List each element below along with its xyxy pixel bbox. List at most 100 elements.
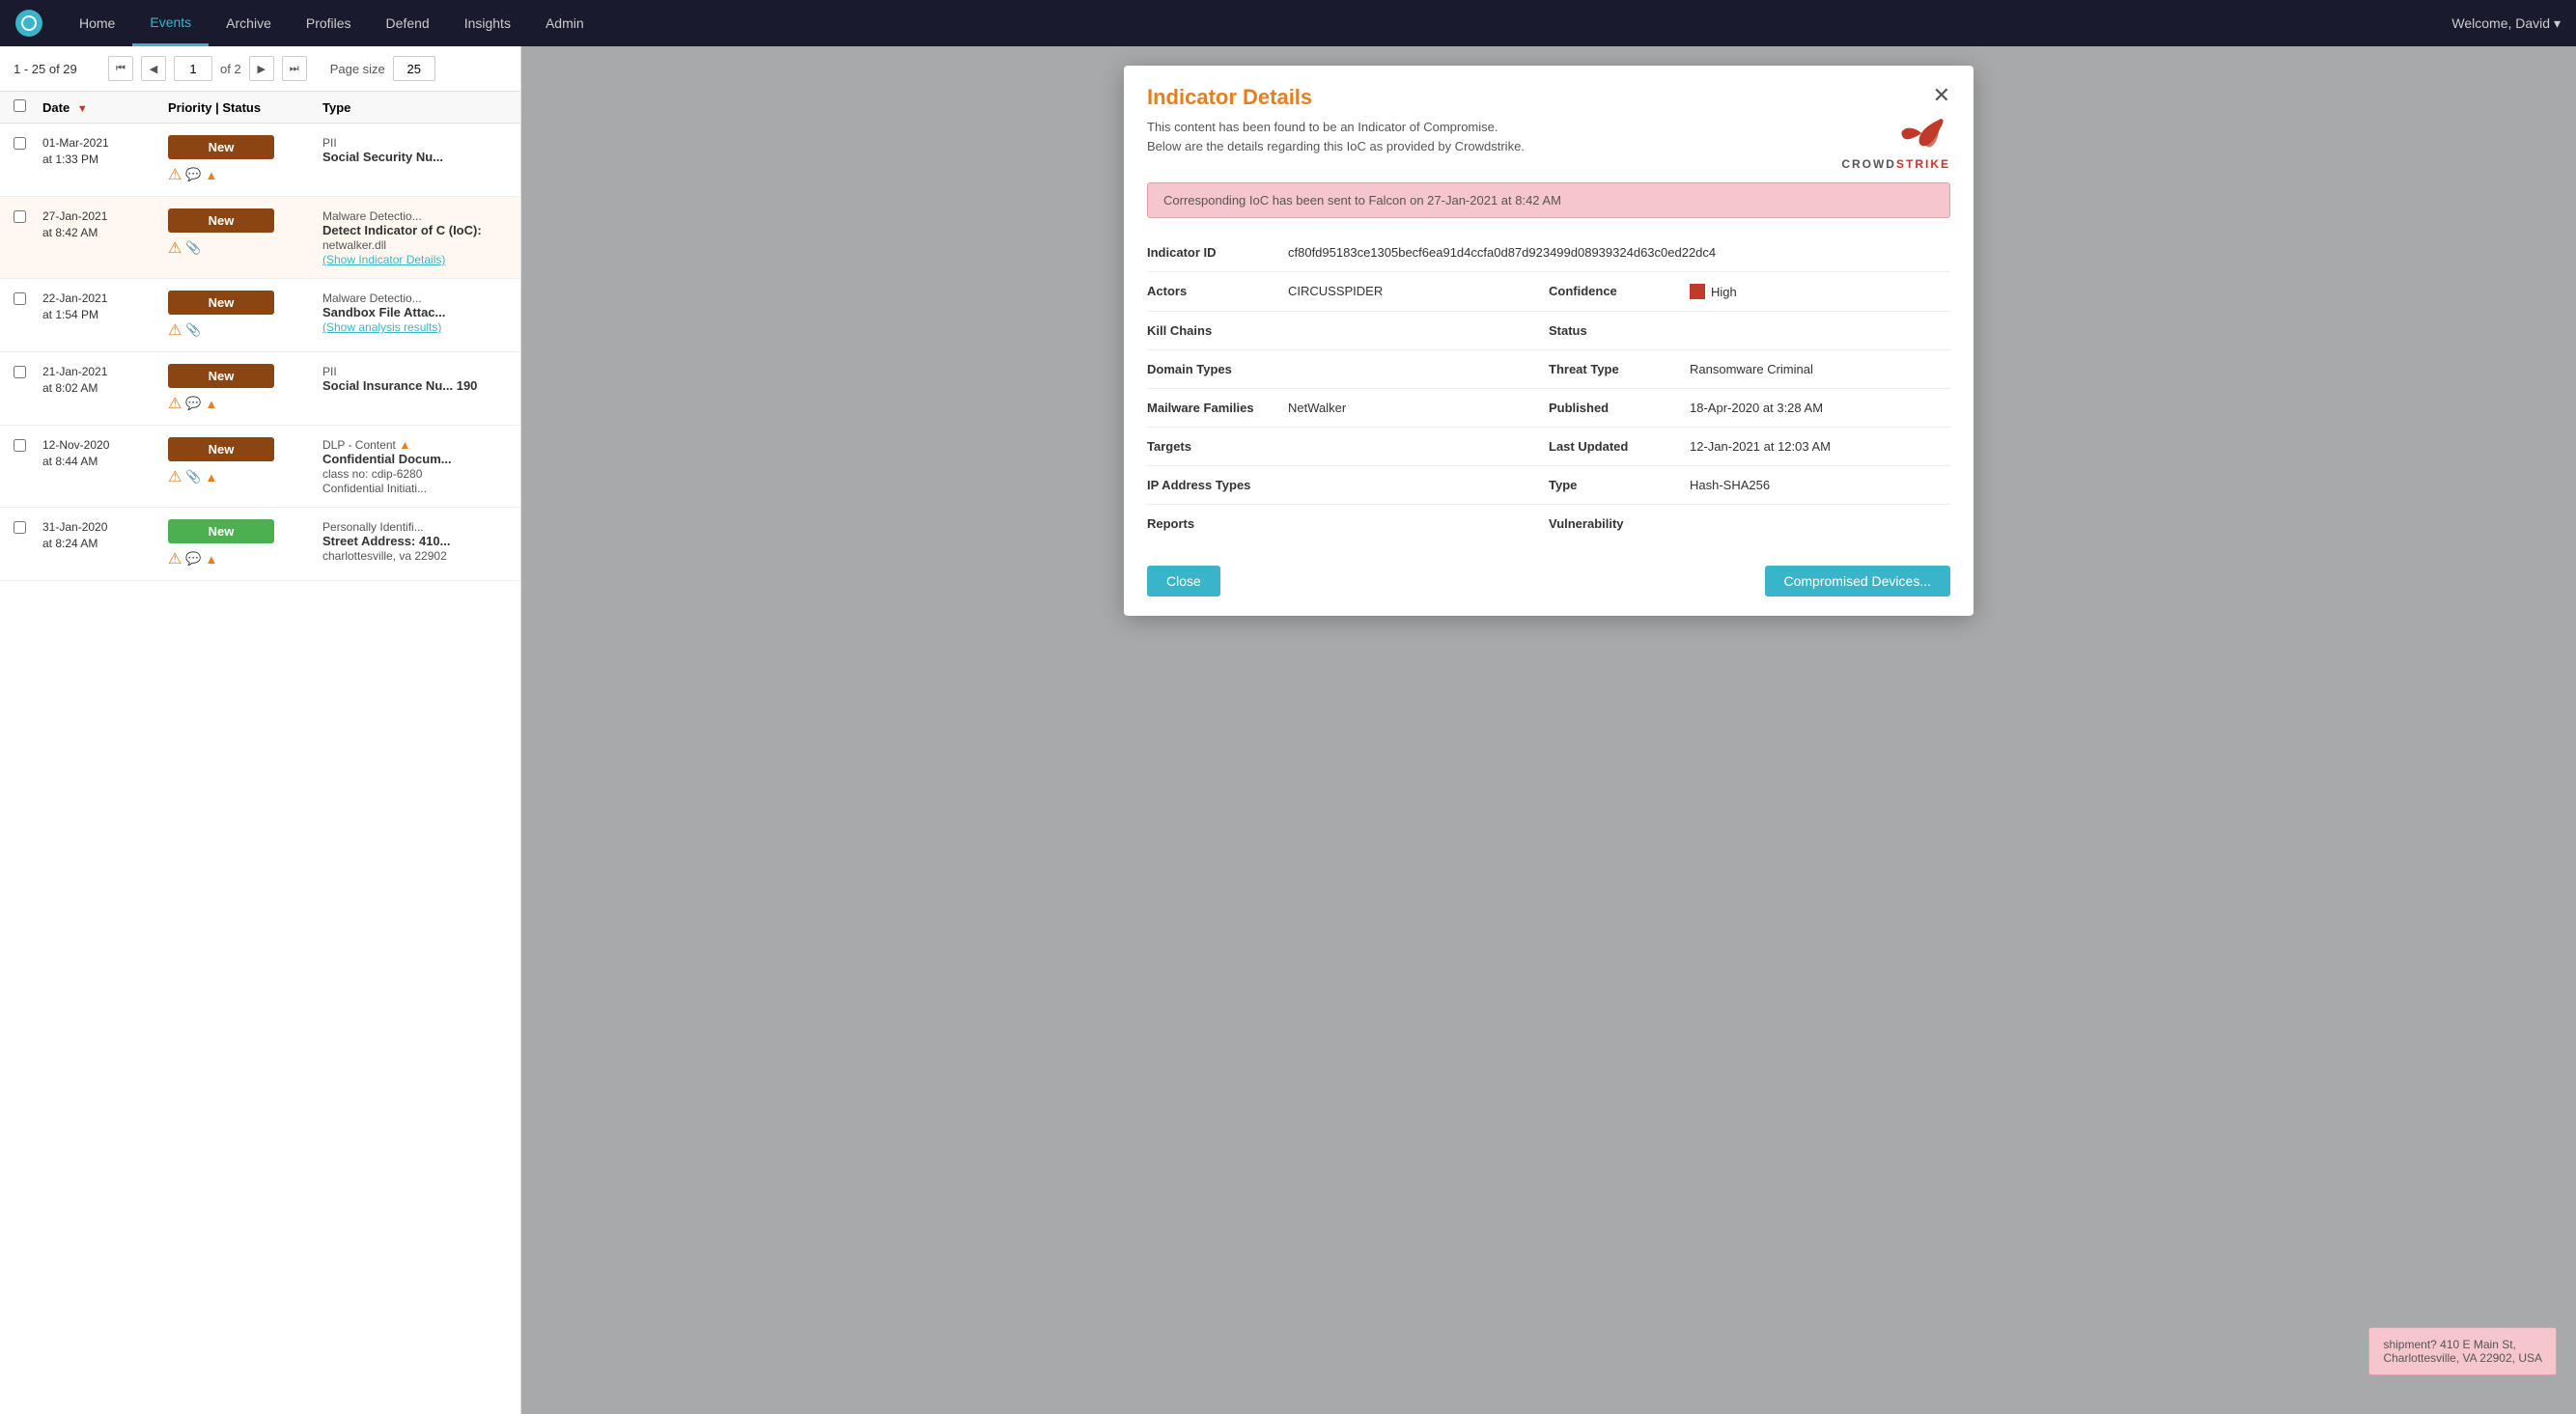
targets-last-updated-pair: Targets Last Updated 12-Jan-2021 at 12:0… [1147,439,1950,454]
status-button[interactable]: New [168,364,274,388]
priority-icons: ⚠ 💬 ▲ [168,549,322,568]
event-row[interactable]: 22-Jan-2021at 1:54 PM New ⚠ 📎 Malware De… [0,279,520,352]
type-icon: 💬 [185,167,201,182]
event-row[interactable]: 31-Jan-2020at 8:24 AM New ⚠ 💬 ▲ Personal… [0,508,520,581]
type-tag: DLP - Content [322,438,396,452]
pii-toast-text: shipment? 410 E Main St,Charlottesville,… [2383,1338,2542,1365]
event-row[interactable]: 01-Mar-2021at 1:33 PM New ⚠ 💬 ▲ PII Soci… [0,124,520,197]
crowdstrike-logo: CROWDSTRIKE [1841,114,1950,171]
row-select-checkbox[interactable] [14,439,26,452]
row-select-checkbox[interactable] [14,292,26,305]
status-button[interactable]: New [168,208,274,233]
nav-archive[interactable]: Archive [209,0,289,46]
threat-right: Threat Type Ransomware Criminal [1549,362,1950,376]
compromised-devices-button[interactable]: Compromised Devices... [1765,566,1951,596]
type-icon: 📎 [185,469,201,485]
type-value: Hash-SHA256 [1690,478,1950,492]
confidence-pair-right: Confidence High [1549,284,1950,299]
event-row[interactable]: 12-Nov-2020at 8:44 AM New ⚠ 📎 ▲ DLP - Co… [0,426,520,508]
event-type: Personally Identifi... Street Address: 4… [322,519,507,563]
pagination-bar: 1 - 25 of 29 ⏮ ◀ of 2 ▶ ⏭ Page size [0,46,520,92]
nav-home[interactable]: Home [62,0,132,46]
status-button[interactable]: New [168,135,274,159]
sort-arrow-icon: ▼ [77,103,88,115]
event-priority: New ⚠ 📎 ▲ [168,437,322,486]
indicator-id-label: Indicator ID [1147,245,1273,260]
domain-threat-pair: Domain Types Threat Type Ransomware Crim… [1147,362,1950,376]
page-input[interactable] [174,56,212,81]
domain-types-label: Domain Types [1147,362,1273,376]
nav-defend[interactable]: Defend [369,0,447,46]
header-priority: Priority | Status [168,100,322,115]
actors-confidence-pair: Actors CIRCUSSPIDER Confidence High [1147,284,1950,299]
event-title: Social Security Nu... [322,150,443,164]
nav-admin[interactable]: Admin [528,0,602,46]
event-row[interactable]: 27-Jan-2021at 8:42 AM New ⚠ 📎 Malware De… [0,197,520,279]
first-page-button[interactable]: ⏮ [108,56,133,81]
up-arrow-icon: ▲ [206,470,218,485]
priority-icons: ⚠ 📎 ▲ [168,467,322,486]
page-size-input[interactable] [393,56,435,81]
close-button[interactable]: Close [1147,566,1220,596]
right-panel: Indicator Details This content has been … [521,46,2576,1414]
reports-label: Reports [1147,516,1273,531]
column-headers: Date ▼ Priority | Status Type [0,92,520,124]
status-button[interactable]: New [168,291,274,315]
header-checkbox-col [14,99,42,115]
actors-pair-left: Actors CIRCUSSPIDER [1147,284,1549,299]
prev-page-button[interactable]: ◀ [141,56,166,81]
modal-close-button[interactable]: ✕ [1933,85,1950,106]
event-date: 22-Jan-2021at 1:54 PM [42,291,168,323]
user-menu[interactable]: Welcome, David ▾ [2451,15,2561,32]
type-tag: PII [322,136,337,150]
show-analysis-link[interactable]: (Show analysis results) [322,320,441,334]
reports-row: Reports Vulnerability [1147,505,1950,542]
last-page-button[interactable]: ⏭ [282,56,307,81]
dlp-arrow-icon: ▲ [399,438,410,452]
row-select-checkbox[interactable] [14,521,26,534]
modal-header: Indicator Details This content has been … [1124,66,1974,182]
targets-value [1288,439,1549,454]
row-select-checkbox[interactable] [14,210,26,223]
status-button[interactable]: New [168,437,274,461]
domain-types-value [1288,362,1549,376]
event-type: Malware Detectio... Sandbox File Attac..… [322,291,507,334]
event-row[interactable]: 21-Jan-2021at 8:02 AM New ⚠ 💬 ▲ PII Soci… [0,352,520,426]
event-type: DLP - Content ▲ Confidential Docum... cl… [322,437,507,495]
next-page-button[interactable]: ▶ [249,56,274,81]
up-arrow-icon: ▲ [206,397,218,411]
logo-inner [21,15,37,31]
status-button[interactable]: New [168,519,274,543]
event-title: Detect Indicator of C (IoC): [322,223,482,237]
nav-items: Home Events Archive Profiles Defend Insi… [62,0,2451,46]
vulnerability-right: Vulnerability [1549,516,1950,531]
header-date[interactable]: Date ▼ [42,100,168,115]
row-checkbox [14,364,42,381]
status-right: Status [1549,323,1950,338]
threat-type-value: Ransomware Criminal [1690,362,1950,376]
event-date: 31-Jan-2020at 8:24 AM [42,519,168,552]
pii-toast: shipment? 410 E Main St,Charlottesville,… [2368,1327,2557,1375]
targets-left: Targets [1147,439,1549,454]
ip-address-types-label: IP Address Types [1147,478,1273,492]
event-extra: Confidential Initiati... [322,482,427,495]
show-indicator-link[interactable]: (Show Indicator Details) [322,253,445,266]
modal-footer: Close Compromised Devices... [1124,550,1974,616]
type-tag: Malware Detectio... [322,209,422,223]
nav-profiles[interactable]: Profiles [289,0,369,46]
select-all-checkbox[interactable] [14,99,26,112]
modal-header-left: Indicator Details This content has been … [1147,85,1525,155]
nav-events[interactable]: Events [132,0,209,46]
priority-icons: ⚠ 📎 [168,320,322,340]
row-checkbox [14,519,42,537]
row-select-checkbox[interactable] [14,366,26,378]
row-checkbox [14,437,42,455]
vulnerability-value [1690,516,1950,531]
priority-icon: ⚠ [168,320,182,340]
up-arrow-icon: ▲ [206,168,218,182]
nav-insights[interactable]: Insights [447,0,528,46]
type-tag: PII [322,365,337,378]
row-select-checkbox[interactable] [14,137,26,150]
crowdstrike-label: CROWDSTRIKE [1841,157,1950,171]
paperclip-icon: 📎 [185,240,201,256]
